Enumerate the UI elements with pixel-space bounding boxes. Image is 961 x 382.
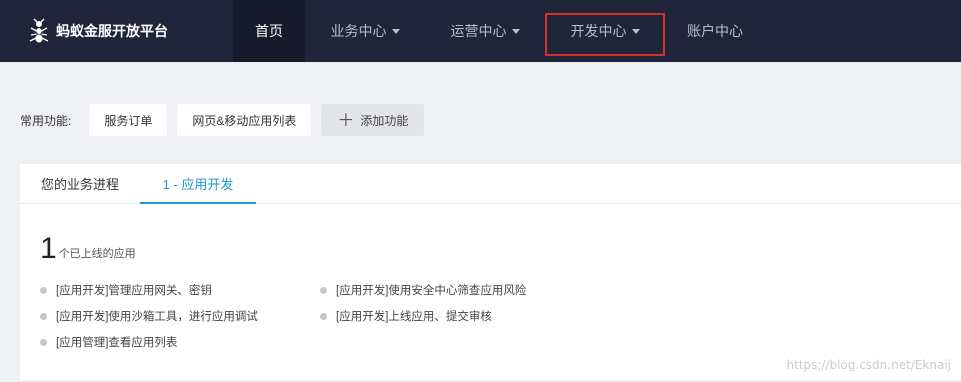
plus-icon: ＋ — [337, 110, 355, 130]
tab-app-development[interactable]: 1 - 应用开发 — [140, 164, 256, 204]
add-function-button[interactable]: ＋ 添加功能 — [321, 104, 425, 136]
quick-service-orders-button[interactable]: 服务订单 — [89, 104, 168, 136]
watermark: https://blog.csdn.net/Eknaij — [786, 358, 951, 372]
task-label: [应用开发]使用安全中心筛查应用风险 — [336, 285, 527, 297]
top-nav: 蚂蚁金服开放平台 首页 业务中心 运营中心 开发中心 账户中心 — [0, 0, 961, 62]
caret-down-icon — [631, 29, 640, 34]
quick-functions-label: 常用功能: — [20, 113, 72, 128]
task-label: [应用开发]管理应用网关、密钥 — [56, 285, 212, 297]
task-item-gateway-keys[interactable]: [应用开发]管理应用网关、密钥 — [40, 282, 212, 298]
nav-home[interactable]: 首页 — [233, 0, 305, 62]
panel-tabs: 您的业务进程 1 - 应用开发 — [20, 164, 961, 204]
bullet-icon — [40, 286, 47, 294]
nav-developer-label: 开发中心 — [570, 23, 627, 39]
nav-account-label: 账户中心 — [687, 23, 743, 39]
bullet-icon — [40, 338, 47, 346]
task-label: [应用开发]使用沙箱工具，进行应用调试 — [56, 311, 258, 323]
app-count-label: 个已上线的应用 — [58, 248, 136, 260]
task-label: [应用开发]上线应用、提交审核 — [336, 311, 492, 323]
quick-app-list-button[interactable]: 网页&移动应用列表 — [177, 104, 312, 136]
nav-operations-label: 运营中心 — [450, 23, 507, 39]
quick-item-label: 服务订单 — [104, 113, 153, 128]
bullet-icon — [320, 312, 327, 320]
business-progress-panel: 您的业务进程 1 - 应用开发 1 个已上线的应用 [应用开发]管理应用网关、密… — [20, 164, 961, 380]
app-count-number: 1 — [40, 232, 57, 265]
add-function-label: 添加功能 — [360, 113, 409, 128]
task-item-view-app-list[interactable]: [应用管理]查看应用列表 — [40, 334, 177, 350]
brand[interactable]: 蚂蚁金服开放平台 — [0, 0, 233, 62]
caret-down-icon — [391, 29, 400, 34]
online-app-count: 1 个已上线的应用 — [40, 234, 136, 264]
nav-developer-center[interactable]: 开发中心 — [545, 0, 665, 62]
nav-business-center[interactable]: 业务中心 — [305, 0, 425, 62]
task-label: [应用管理]查看应用列表 — [56, 337, 178, 349]
bullet-icon — [320, 286, 327, 294]
tab-label: 1 - 应用开发 — [162, 177, 234, 192]
task-item-security-center[interactable]: [应用开发]使用安全中心筛查应用风险 — [320, 282, 526, 298]
task-item-sandbox-debug[interactable]: [应用开发]使用沙箱工具，进行应用调试 — [40, 308, 258, 324]
nav-home-label: 首页 — [255, 23, 283, 39]
tab-label: 您的业务进程 — [40, 177, 119, 192]
bullet-icon — [40, 312, 47, 320]
task-item-publish-review[interactable]: [应用开发]上线应用、提交审核 — [320, 308, 492, 324]
nav-business-label: 业务中心 — [330, 23, 387, 39]
quick-functions: 常用功能: 服务订单 网页&移动应用列表 ＋ 添加功能 — [20, 104, 434, 136]
quick-item-label: 网页&移动应用列表 — [192, 113, 297, 128]
nav-operations-center[interactable]: 运营中心 — [425, 0, 545, 62]
nav-account-center[interactable]: 账户中心 — [665, 0, 765, 62]
brand-name: 蚂蚁金服开放平台 — [56, 23, 168, 39]
caret-down-icon — [511, 29, 520, 34]
tab-business-progress[interactable]: 您的业务进程 — [20, 164, 140, 203]
ant-icon — [28, 18, 50, 44]
